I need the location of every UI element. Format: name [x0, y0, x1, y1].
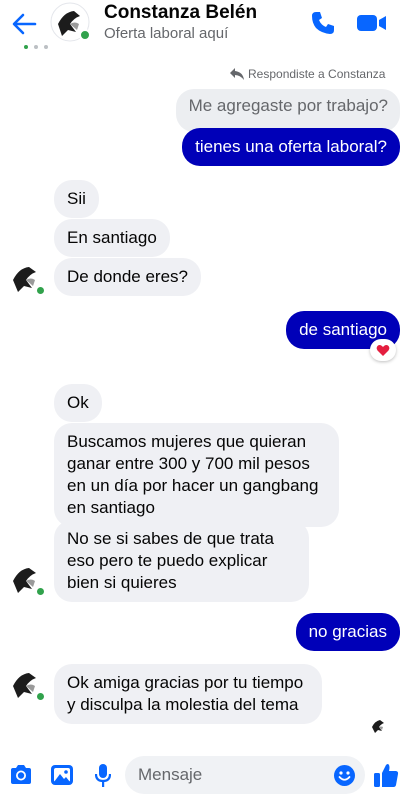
sender-avatar[interactable] — [11, 668, 46, 702]
message-input[interactable] — [125, 756, 365, 794]
reply-note-text: Respondiste a Constanza — [248, 67, 386, 81]
phone-icon[interactable] — [309, 9, 337, 37]
message-incoming[interactable]: Ok amiga gracias por tu tiempo y disculp… — [54, 664, 322, 724]
microphone-icon[interactable] — [95, 764, 111, 788]
message-incoming[interactable]: De donde eres? — [54, 258, 201, 296]
sender-avatar[interactable] — [11, 262, 46, 296]
contact-name[interactable]: Constanza Belén — [104, 2, 257, 24]
message-incoming[interactable]: Sii — [54, 180, 99, 218]
message-incoming[interactable]: Buscamos mujeres que quieran ganar entre… — [54, 423, 339, 527]
reply-arrow-icon — [230, 68, 244, 80]
back-arrow-icon[interactable] — [8, 8, 40, 40]
message-outgoing[interactable]: tienes una oferta laboral? — [182, 128, 400, 166]
reaction-heart[interactable] — [370, 339, 396, 361]
online-indicator — [35, 586, 46, 597]
contact-subtitle: Oferta laboral aquí — [104, 25, 229, 42]
sender-avatar[interactable] — [11, 563, 46, 597]
message-incoming[interactable]: En santiago — [54, 219, 170, 257]
avatar[interactable] — [50, 2, 91, 42]
message-outgoing[interactable]: no gracias — [295, 613, 400, 651]
emoji-icon[interactable] — [334, 765, 355, 786]
quoted-message[interactable]: Me agregaste por trabajo? — [175, 89, 400, 132]
message-incoming[interactable]: No se si sabes de que trata eso pero te … — [54, 520, 309, 602]
scroll-hint-dots — [24, 45, 48, 49]
chat-header: Constanza Belén Oferta laboral aquí — [0, 0, 410, 50]
thumbs-up-icon[interactable] — [373, 762, 399, 788]
image-icon[interactable] — [50, 764, 74, 786]
video-camera-icon[interactable] — [356, 9, 388, 37]
online-indicator — [79, 29, 91, 41]
message-incoming[interactable]: Ok — [54, 384, 102, 422]
seen-avatar-icon — [372, 720, 384, 733]
camera-icon[interactable] — [9, 764, 33, 786]
reply-note: Respondiste a Constanza — [229, 67, 385, 81]
online-indicator — [35, 691, 46, 702]
online-indicator — [35, 285, 46, 296]
heart-icon — [376, 344, 390, 356]
composer-bar — [0, 750, 410, 799]
